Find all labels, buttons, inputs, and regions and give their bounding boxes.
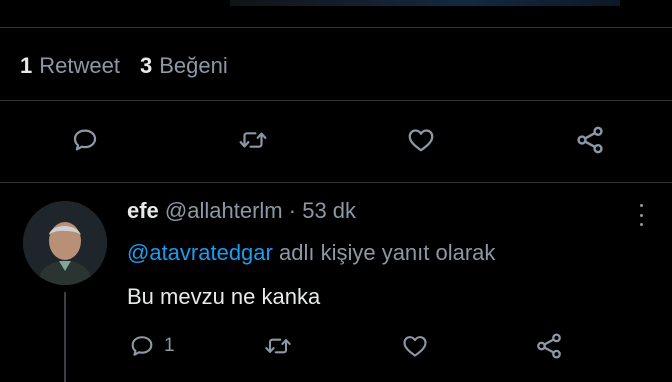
retweet-label[interactable]: Retweet	[39, 53, 120, 79]
tweet-action-bar	[0, 118, 672, 162]
tweet-stats: 1 Retweet 3 Beğeni	[20, 50, 228, 82]
retweet-icon	[265, 338, 291, 354]
share-icon	[537, 333, 561, 359]
divider-stats	[0, 100, 672, 101]
reply-context-text: adlı kişiye yanıt olarak	[278, 240, 496, 265]
heart-icon	[403, 336, 427, 357]
divider-actions	[0, 182, 672, 183]
reply-context: @atavratedgar adlı kişiye yanıt olarak	[127, 240, 495, 266]
retweet-button[interactable]	[236, 118, 270, 162]
separator: ·	[288, 198, 297, 223]
scrolled-content-edge	[230, 0, 620, 6]
reply-header: efe @allahterlm · 53 dk	[127, 198, 356, 224]
divider-top	[0, 27, 672, 28]
like-button[interactable]	[405, 118, 437, 162]
display-name[interactable]: efe	[127, 198, 159, 223]
comment-icon	[131, 336, 153, 356]
timestamp[interactable]: 53 dk	[302, 198, 356, 223]
retweet-count[interactable]: 1	[20, 53, 32, 79]
heart-icon	[408, 129, 434, 152]
share-button[interactable]	[574, 118, 606, 162]
reply-body: Bu mevzu ne kanka	[127, 284, 321, 309]
comment-icon	[73, 129, 97, 151]
reply-action-bar: 1	[0, 324, 672, 368]
user-photo-icon	[23, 201, 107, 285]
like-count[interactable]: 3	[140, 53, 152, 79]
reply-retweet-button[interactable]	[262, 324, 294, 368]
like-label[interactable]: Beğeni	[159, 53, 228, 79]
handle[interactable]: @allahterlm	[165, 198, 283, 223]
retweet-icon	[239, 132, 267, 148]
reply-count: 1	[164, 335, 175, 356]
avatar[interactable]	[23, 201, 107, 285]
more-options-icon[interactable]	[636, 204, 646, 226]
reply-reply-button[interactable]: 1	[128, 324, 175, 368]
mention-link[interactable]: @atavratedgar	[127, 240, 273, 265]
reply-share-button[interactable]	[534, 324, 564, 368]
reply-button[interactable]	[70, 118, 100, 162]
share-icon	[577, 126, 603, 154]
reply-like-button[interactable]	[400, 324, 430, 368]
